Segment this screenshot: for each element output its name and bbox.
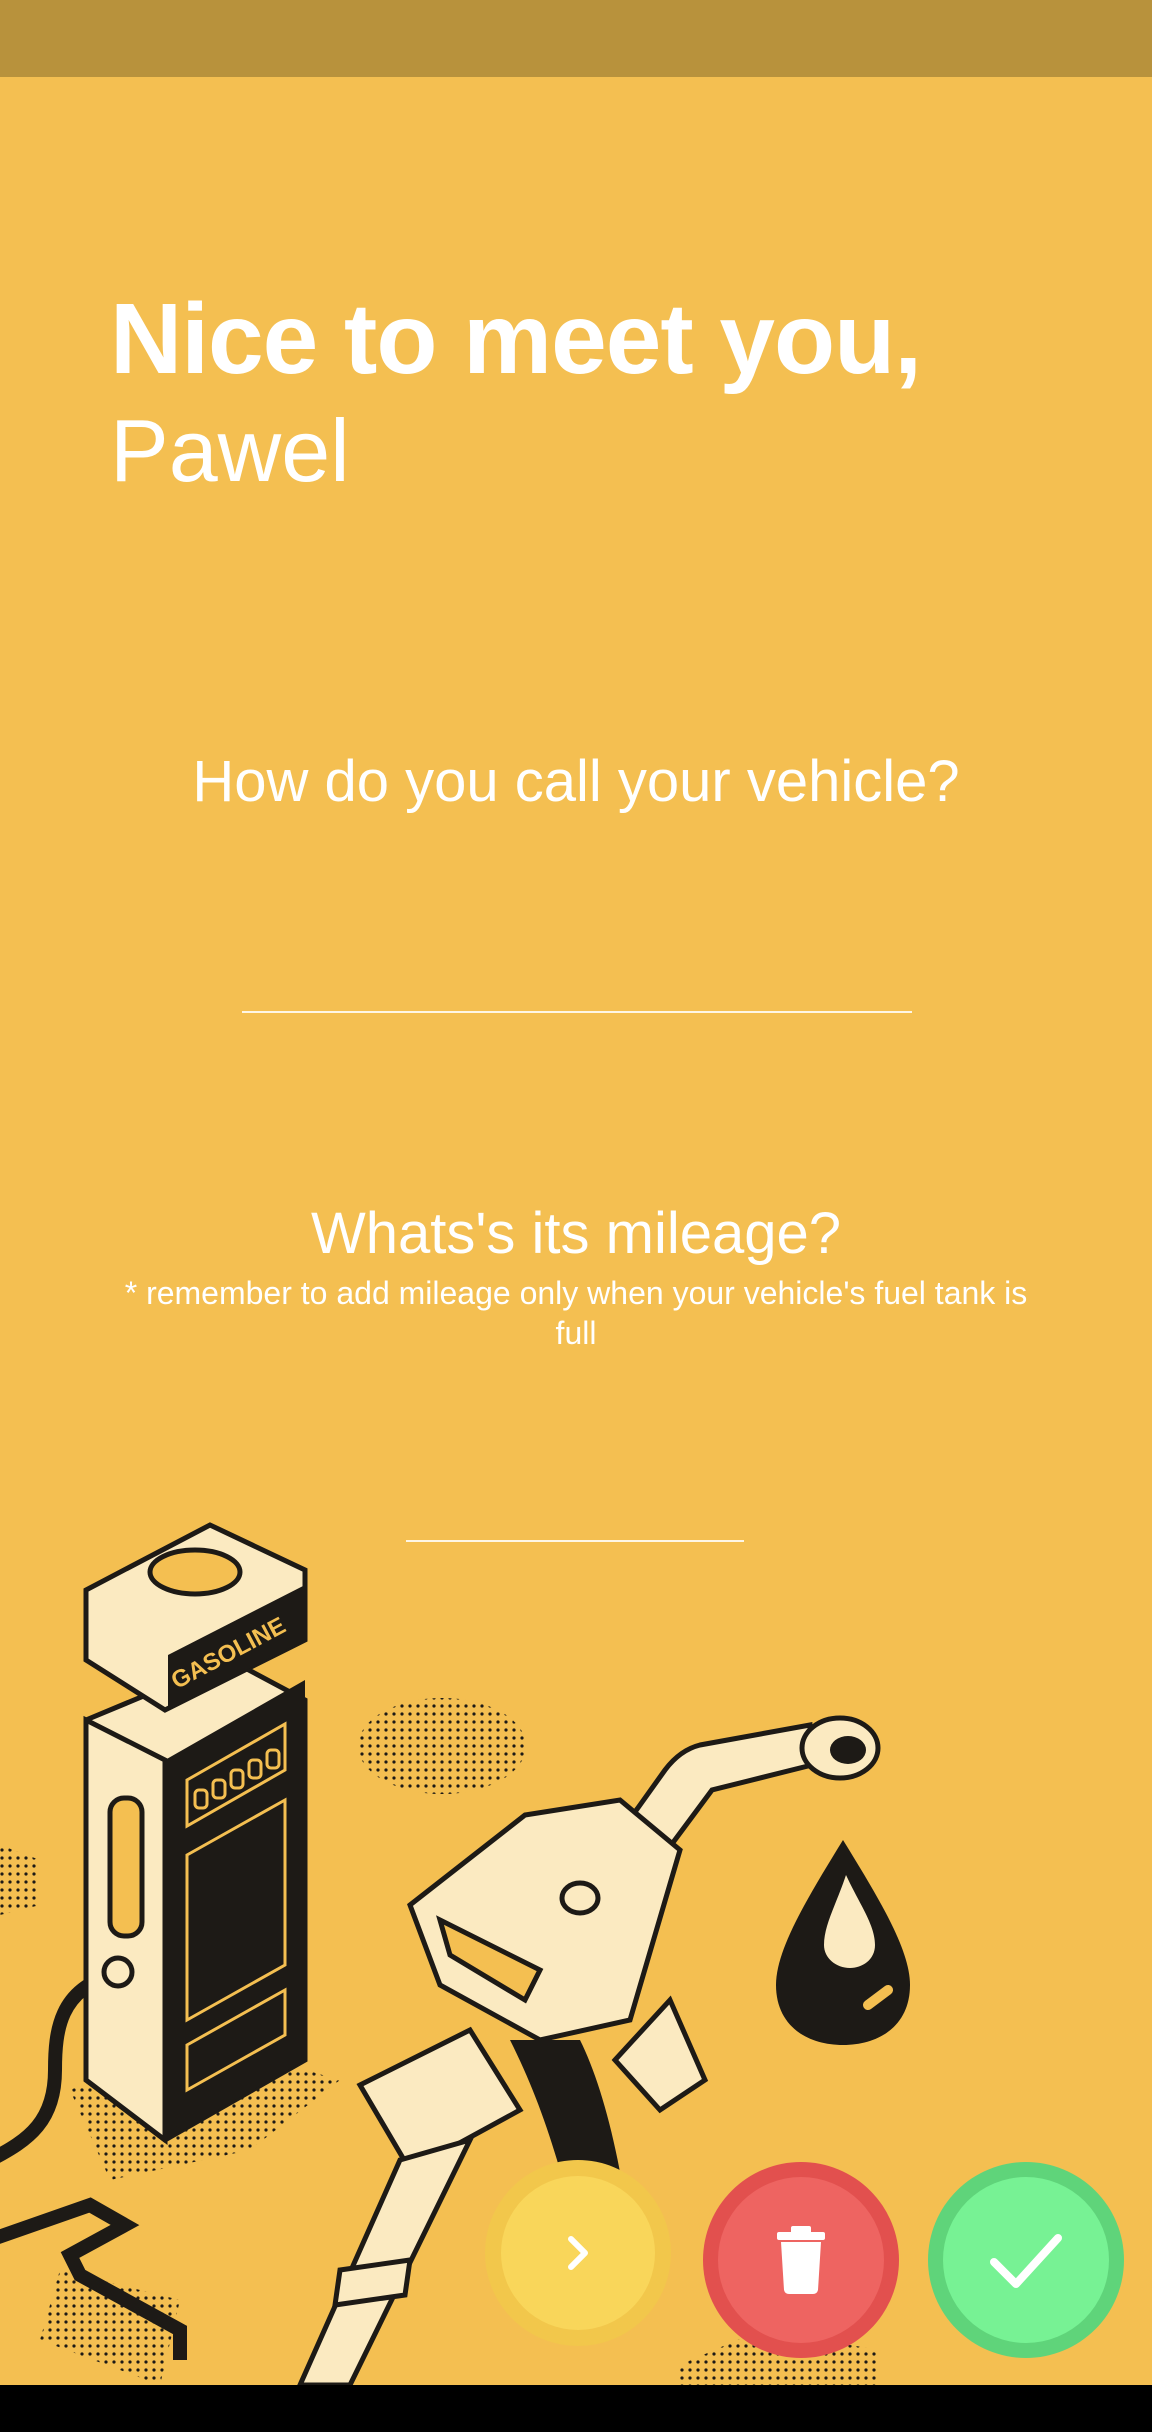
check-icon [990,2234,1062,2288]
chevron-right-icon [568,2236,588,2270]
navigation-bar [0,2385,1152,2432]
greeting-title: Nice to meet you, [110,283,922,395]
mileage-question: Whats's its mileage? [310,1201,842,1266]
greeting: Nice to meet you, Pawel [110,280,922,504]
vehicle-name-input[interactable] [242,1011,912,1013]
dotted-shadow [358,1698,526,1794]
user-name: Pawel [110,401,350,500]
fuel-drop-icon [776,1840,910,2045]
gas-pump-icon: GASOLINE [83,1522,308,2146]
status-bar [0,0,1152,77]
trash-icon [777,2226,825,2294]
delete-button[interactable] [703,2162,899,2358]
mileage-hint: * remember to add mileage only when your… [124,1275,1028,1351]
confirm-button[interactable] [928,2162,1124,2358]
vehicle-name-question: How do you call your vehicle? [192,749,960,814]
next-button[interactable] [485,2160,671,2346]
